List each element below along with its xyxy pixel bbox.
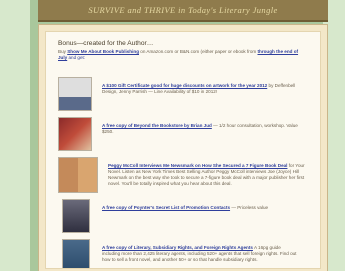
list-item: A $100 Gift Certificate good for huge di…	[58, 77, 312, 111]
intro-prefix: Buy	[58, 49, 66, 54]
section-title: Bonus—created for the Author…	[58, 40, 154, 47]
item-text: A free copy of Beyond the Bookstore by B…	[102, 117, 300, 135]
item-title-link[interactable]: A $100 Gift Certificate good for huge di…	[102, 83, 267, 88]
bonus-list: A $100 Gift Certificate good for huge di…	[58, 77, 312, 268]
intro-tail: and get:	[68, 55, 86, 60]
author-portrait-image	[62, 199, 90, 233]
section-intro: Buy Show Me About Book Publishing on Ama…	[58, 49, 308, 61]
item-title-link[interactable]: A free copy of Literary, Subsidiary Righ…	[102, 245, 253, 250]
list-item: A free copy of Beyond the Bookstore by B…	[58, 117, 312, 151]
item-title-link[interactable]: A free copy of Beyond the Bookstore by B…	[102, 123, 212, 128]
content-inner: Bonus—created for the Author… Buy Show M…	[45, 31, 321, 269]
item-text: A free copy of Poynter's Secret List of …	[102, 199, 300, 211]
item-text: A free copy of Literary, Subsidiary Righ…	[102, 239, 300, 263]
list-item: A free copy of Poynter's Secret List of …	[58, 199, 312, 233]
book-link[interactable]: Show Me About Book Publishing	[67, 49, 139, 54]
list-item: Peggy McColl Interviews Me Newsmark on H…	[58, 157, 312, 193]
authors-photo	[58, 157, 98, 193]
banner-title: SURVIVE and THRIVE in Today's Literary J…	[88, 5, 278, 15]
book-cover-image	[58, 117, 92, 151]
item-desc: — Priceless value	[231, 205, 269, 210]
item-title-link[interactable]: Peggy McColl Interviews Me Newsmark on H…	[108, 163, 287, 168]
left-sidebar	[0, 0, 30, 271]
content-panel: Bonus—created for the Author… Buy Show M…	[38, 24, 328, 271]
item-text: Peggy McColl Interviews Me Newsmark on H…	[108, 157, 306, 187]
item-title-link[interactable]: A free copy of Poynter's Secret List of …	[102, 205, 230, 210]
header-banner: SURVIVE and THRIVE in Today's Literary J…	[38, 0, 328, 22]
intro-mid: on Amazon.com or B&N.com (either paper o…	[140, 49, 257, 54]
item-text: A $100 Gift Certificate good for huge di…	[102, 77, 300, 95]
list-item: A free copy of Literary, Subsidiary Righ…	[58, 239, 312, 268]
guide-cover-image	[62, 239, 90, 268]
gift-certificate-image	[58, 77, 92, 111]
